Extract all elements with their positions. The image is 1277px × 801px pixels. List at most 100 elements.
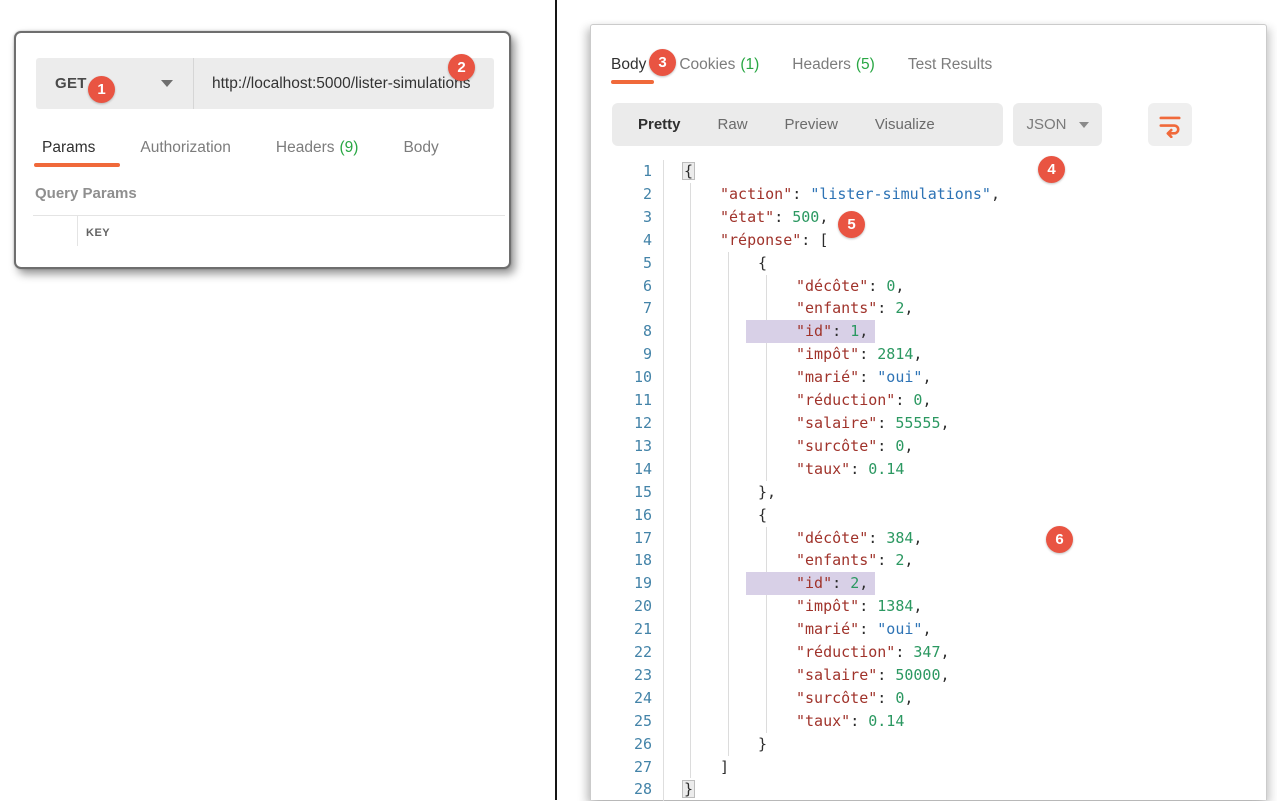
indent-guide (720, 481, 758, 504)
code-line: 22"réduction": 347, (591, 641, 1264, 664)
code-line: 16{ (591, 504, 1264, 527)
indent-guide (682, 343, 720, 366)
indent-guide (682, 320, 720, 343)
code-line: 4"réponse": [ (591, 229, 1264, 252)
indent-guide (720, 252, 758, 275)
code-line: 5{ (591, 252, 1264, 275)
indent-guide (720, 527, 758, 550)
line-number: 27 (591, 756, 664, 779)
line-number: 18 (591, 549, 664, 572)
divider (33, 215, 505, 216)
request-panel: GET http://localhost:5000/lister-simulat… (14, 31, 511, 269)
code-line: 21"marié": "oui", (591, 618, 1264, 641)
annotation-badge-6: 6 (1046, 526, 1073, 553)
indent-guide (720, 366, 758, 389)
code-line: 11"réduction": 0, (591, 389, 1264, 412)
indent-guide (758, 275, 796, 298)
indent-guide (758, 710, 796, 733)
view-pretty[interactable]: Pretty (638, 116, 681, 133)
tab-test-results-label: Test Results (908, 56, 992, 73)
line-number: 24 (591, 687, 664, 710)
view-raw[interactable]: Raw (718, 116, 748, 133)
line-number: 6 (591, 275, 664, 298)
line-number: 8 (591, 320, 664, 343)
tab-params[interactable]: Params (42, 139, 95, 157)
indent-guide (758, 389, 796, 412)
line-number: 7 (591, 297, 664, 320)
code-line: 10"marié": "oui", (591, 366, 1264, 389)
indent-guide (720, 733, 758, 756)
indent-guide (682, 733, 720, 756)
indent-guide (682, 504, 720, 527)
indent-guide (720, 458, 758, 481)
code-line: 1{ (591, 160, 1264, 183)
indent-guide (720, 412, 758, 435)
tab-headers[interactable]: Headers(9) (276, 139, 359, 157)
highlighted-code: "id": 1, (746, 320, 875, 343)
indent-guide (682, 756, 720, 779)
query-params-heading: Query Params (35, 185, 137, 202)
indent-guide (682, 641, 720, 664)
line-number: 2 (591, 183, 664, 206)
code-lines: 1{2"action": "lister-simulations",3"état… (591, 160, 1264, 801)
code-line: 6"décôte": 0, (591, 275, 1264, 298)
line-number: 28 (591, 778, 664, 801)
line-number: 25 (591, 710, 664, 733)
indent-guide (682, 481, 720, 504)
code-line: 2"action": "lister-simulations", (591, 183, 1264, 206)
cookies-count: (1) (740, 56, 759, 73)
indent-guide (720, 504, 758, 527)
language-dropdown[interactable]: JSON (1013, 103, 1102, 146)
method-label: GET (55, 75, 87, 92)
tab-cookies[interactable]: Cookies(1) (679, 56, 759, 74)
line-number: 16 (591, 504, 664, 527)
indent-guide (720, 618, 758, 641)
line-number: 1 (591, 160, 664, 183)
annotation-badge-4: 4 (1038, 156, 1065, 183)
tab-body[interactable]: Body (403, 139, 438, 157)
indent-guide (720, 641, 758, 664)
indent-guide (758, 664, 796, 687)
line-number: 21 (591, 618, 664, 641)
line-number: 23 (591, 664, 664, 687)
indent-guide (682, 618, 720, 641)
tab-response-body[interactable]: Body (611, 56, 646, 74)
code-line: 24"surcôte": 0, (591, 687, 1264, 710)
code-line: 15}, (591, 481, 1264, 504)
indent-guide (758, 366, 796, 389)
line-number: 19 (591, 572, 664, 595)
line-number: 5 (591, 252, 664, 275)
indent-guide (758, 297, 796, 320)
active-tab-indicator (34, 163, 120, 167)
code-line: 9"impôt": 2814, (591, 343, 1264, 366)
view-visualize[interactable]: Visualize (875, 116, 935, 133)
response-panel: Body Cookies(1) Headers(5) Test Results … (590, 24, 1267, 800)
indent-guide (682, 206, 720, 229)
key-column-header: KEY (86, 227, 110, 239)
response-toolbar: Pretty Raw Preview Visualize JSON (591, 103, 1266, 146)
tab-test-results[interactable]: Test Results (908, 56, 992, 74)
line-number: 13 (591, 435, 664, 458)
indent-guide (682, 527, 720, 550)
line-number: 11 (591, 389, 664, 412)
method-dropdown[interactable]: GET (36, 58, 194, 109)
panel-divider (555, 0, 557, 800)
highlighted-code: "id": 2, (746, 572, 875, 595)
indent-guide (682, 297, 720, 320)
indent-guide (682, 275, 720, 298)
tab-body-label: Body (403, 139, 438, 156)
column-divider (77, 215, 78, 246)
tab-response-headers[interactable]: Headers(5) (792, 56, 875, 74)
tab-authorization[interactable]: Authorization (140, 139, 230, 157)
indent-guide (758, 527, 796, 550)
line-number: 22 (591, 641, 664, 664)
code-line: 17"décôte": 384, (591, 527, 1264, 550)
line-number: 17 (591, 527, 664, 550)
wrap-text-button[interactable] (1148, 103, 1192, 146)
view-preview[interactable]: Preview (785, 116, 838, 133)
indent-guide (720, 297, 758, 320)
indent-guide (720, 343, 758, 366)
code-line: 26} (591, 733, 1264, 756)
indent-guide (720, 389, 758, 412)
tab-headers-label: Headers (276, 139, 335, 156)
